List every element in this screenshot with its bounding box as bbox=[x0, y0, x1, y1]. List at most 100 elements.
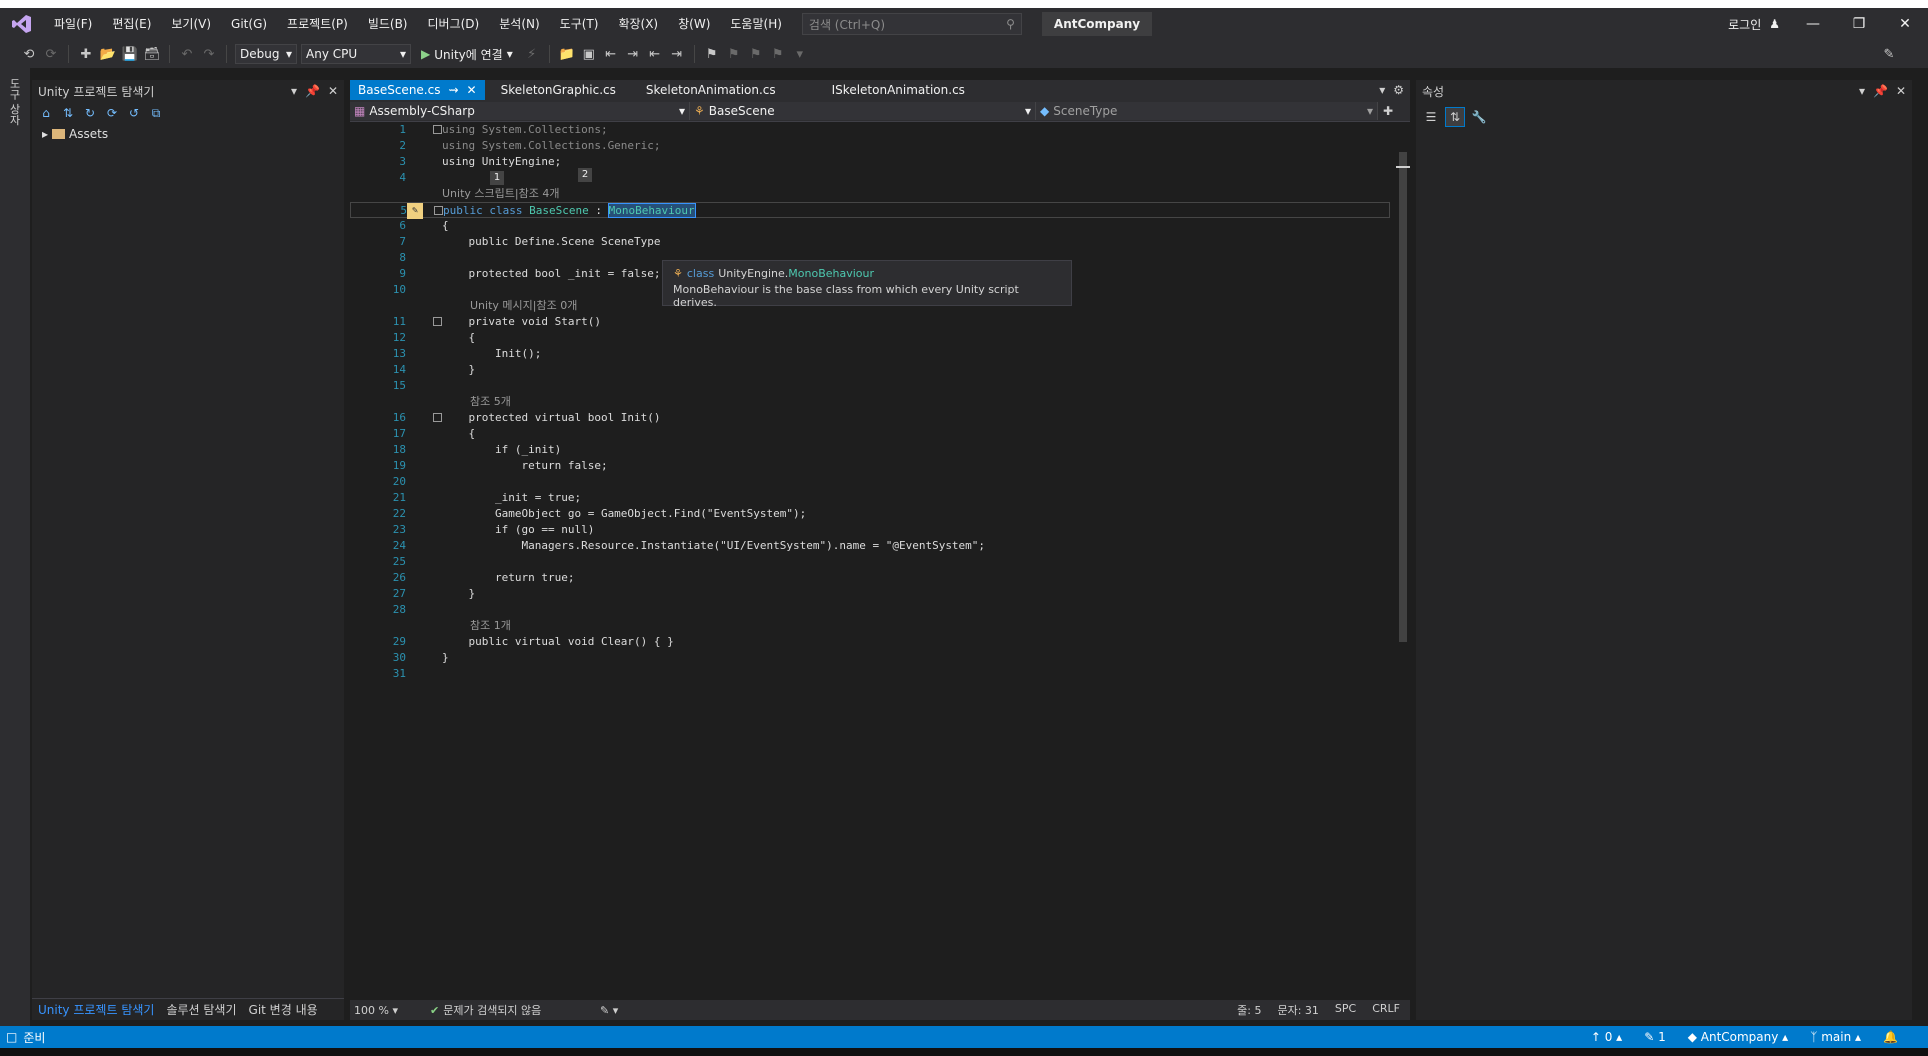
class-select[interactable]: ⚘ BaseScene ▾ bbox=[690, 101, 1036, 120]
close-window-button[interactable]: ✕ bbox=[1882, 8, 1928, 40]
tooltip-type-name[interactable]: MonoBehaviour bbox=[788, 267, 874, 280]
code-line[interactable]: 26 return true; bbox=[350, 570, 1390, 586]
close-icon[interactable]: ✕ bbox=[467, 80, 477, 100]
menu-build[interactable]: 빌드(B) bbox=[358, 12, 418, 36]
home-icon[interactable]: ⌂ bbox=[38, 105, 54, 121]
pin-icon[interactable]: 📌 bbox=[1873, 84, 1888, 98]
solution-platform-select[interactable]: Any CPU ▾ bbox=[301, 44, 411, 64]
code-line[interactable]: 12 { bbox=[350, 330, 1390, 346]
code-line[interactable]: 28 bbox=[350, 602, 1390, 618]
menu-help[interactable]: 도움말(H) bbox=[720, 12, 792, 36]
fold-toggle-icon[interactable] bbox=[434, 206, 443, 215]
navigate-back-icon[interactable]: ⟲ bbox=[20, 45, 38, 63]
menu-debug[interactable]: 디버그(D) bbox=[418, 12, 490, 36]
issues-indicator[interactable]: ✔ 문제가 검색되지 않음 bbox=[430, 1002, 590, 1018]
gear-icon[interactable]: ⚙ bbox=[1393, 83, 1404, 97]
quick-action-lightbulb-icon[interactable]: ✎ bbox=[407, 203, 423, 219]
chevron-down-icon[interactable]: ▾ bbox=[291, 84, 297, 98]
menu-file[interactable]: 파일(F) bbox=[44, 12, 102, 36]
tree-item-assets[interactable]: ▸ Assets bbox=[32, 124, 344, 144]
code-line[interactable]: 14 } bbox=[350, 362, 1390, 378]
code-line[interactable]: 27 } bbox=[350, 586, 1390, 602]
bookmark-icon[interactable]: ⚑ bbox=[703, 45, 721, 63]
menu-tools[interactable]: 도구(T) bbox=[550, 12, 609, 36]
redo-icon[interactable]: ↷ bbox=[200, 45, 218, 63]
whitespace-indicator[interactable]: SPC bbox=[1335, 1002, 1356, 1018]
refresh-all-icon[interactable]: ⟳ bbox=[104, 105, 120, 121]
save-all-icon[interactable]: 🗃 bbox=[143, 45, 161, 63]
fold-toggle-icon[interactable] bbox=[433, 317, 442, 326]
code-line[interactable]: 30} bbox=[350, 650, 1390, 666]
chevron-down-icon[interactable]: ▾ bbox=[1859, 84, 1865, 98]
code-line[interactable]: 17 { bbox=[350, 426, 1390, 442]
codelens-hint[interactable]: Unity 스크립트|참조 4개 bbox=[350, 186, 1390, 202]
prev-bookmark-icon[interactable]: ⚑ bbox=[725, 45, 743, 63]
git-repo-indicator[interactable]: ◆ AntCompany ▴ bbox=[1688, 1030, 1789, 1044]
editor-vertical-scrollbar[interactable] bbox=[1396, 122, 1410, 994]
restore-button[interactable]: ❐ bbox=[1836, 8, 1882, 40]
menu-view[interactable]: 보기(V) bbox=[161, 12, 221, 36]
tab-basescene[interactable]: BaseScene.cs ⇝ ✕ bbox=[350, 80, 485, 100]
folder-browse-icon[interactable]: 📁 bbox=[558, 45, 576, 63]
collapse-all-icon[interactable]: ⧉ bbox=[148, 105, 164, 121]
code-line[interactable]: 16 protected virtual bool Init() bbox=[350, 410, 1390, 426]
code-line-current[interactable]: 5 ✎ public class BaseScene : MonoBehaviour bbox=[350, 202, 1390, 219]
live-share-icon[interactable]: ✎ bbox=[1880, 45, 1898, 63]
menu-extensions[interactable]: 확장(X) bbox=[608, 12, 668, 36]
git-edits-indicator[interactable]: ✎ 1 bbox=[1644, 1030, 1666, 1044]
line-indicator[interactable]: 줄: 5 bbox=[1237, 1002, 1261, 1018]
code-line[interactable]: 13 Init(); bbox=[350, 346, 1390, 362]
indent-icon[interactable]: ⇥ bbox=[668, 45, 686, 63]
pin-icon[interactable]: ⇝ bbox=[448, 80, 458, 100]
fold-toggle-icon[interactable] bbox=[433, 125, 442, 134]
project-select[interactable]: ▦ Assembly-CSharp ▾ bbox=[350, 101, 690, 120]
member-select[interactable]: ◆ SceneType ▾ bbox=[1036, 101, 1378, 120]
split-window-icon[interactable]: ✚ bbox=[1378, 104, 1398, 118]
code-line[interactable]: 7 public Define.Scene SceneType bbox=[350, 234, 1390, 250]
categorized-icon[interactable]: ☰ bbox=[1422, 108, 1440, 126]
code-line[interactable]: 1 using System.Collections; bbox=[350, 122, 1390, 138]
align-left-icon[interactable]: ⇤ bbox=[602, 45, 620, 63]
code-line[interactable]: 25 bbox=[350, 554, 1390, 570]
attach-unity-button[interactable]: ▶ Unity에 연결 ▾ bbox=[415, 46, 519, 63]
code-line[interactable]: 4 1 2 bbox=[350, 168, 1390, 186]
menu-edit[interactable]: 편집(E) bbox=[102, 12, 161, 36]
codelens-text[interactable]: Unity 스크립트|참조 4개 bbox=[442, 186, 559, 202]
codelens-text[interactable]: 참조 5개 bbox=[470, 394, 511, 410]
minimize-button[interactable]: — bbox=[1790, 8, 1836, 40]
property-pages-icon[interactable]: 🔧 bbox=[1470, 108, 1488, 126]
code-line[interactable]: 20 bbox=[350, 474, 1390, 490]
codelens-hint[interactable]: 참조 1개 bbox=[350, 618, 1390, 634]
hot-reload-icon[interactable]: ⚡ bbox=[523, 45, 541, 63]
zoom-select[interactable]: 100 % ▾ bbox=[350, 1004, 410, 1017]
outdent-icon[interactable]: ⇤ bbox=[646, 45, 664, 63]
tab-skeletongraphic[interactable]: SkeletonGraphic.cs bbox=[493, 80, 624, 100]
notification-bell-icon[interactable]: 🔔 bbox=[1883, 1030, 1898, 1044]
code-line[interactable]: 2 using System.Collections.Generic; bbox=[350, 138, 1390, 154]
align-right-icon[interactable]: ⇥ bbox=[624, 45, 642, 63]
menu-git[interactable]: Git(G) bbox=[221, 12, 277, 36]
sync-icon[interactable]: ↻ bbox=[82, 105, 98, 121]
alphabetical-icon[interactable]: ⇅ bbox=[1445, 107, 1465, 127]
line-ending-indicator[interactable]: CRLF bbox=[1372, 1002, 1400, 1018]
codelens-text[interactable]: Unity 메시지|참조 0개 bbox=[470, 298, 577, 314]
column-indicator[interactable]: 문자: 31 bbox=[1277, 1002, 1318, 1018]
code-line[interactable]: 19 return false; bbox=[350, 458, 1390, 474]
code-line[interactable]: 21 _init = true; bbox=[350, 490, 1390, 506]
code-line[interactable]: 11 private void Start() bbox=[350, 314, 1390, 330]
code-line[interactable]: 29 public virtual void Clear() { } bbox=[350, 634, 1390, 650]
tab-git-changes[interactable]: Git 변경 내용 bbox=[243, 999, 324, 1021]
git-push-indicator[interactable]: ↑ 0 ▴ bbox=[1591, 1030, 1622, 1044]
save-icon[interactable]: 💾 bbox=[121, 45, 139, 63]
menu-project[interactable]: 프로젝트(P) bbox=[277, 12, 358, 36]
git-branch-indicator[interactable]: ᛉ main ▴ bbox=[1810, 1030, 1861, 1044]
menu-analyze[interactable]: 분석(N) bbox=[489, 12, 549, 36]
navigate-forward-icon[interactable]: ⟳ bbox=[42, 45, 60, 63]
search-box[interactable]: 검색 (Ctrl+Q) ⚲ bbox=[801, 13, 1022, 35]
menu-window[interactable]: 창(W) bbox=[668, 12, 720, 36]
code-line[interactable]: 24 Managers.Resource.Instantiate("UI/Eve… bbox=[350, 538, 1390, 554]
tab-unity-project-explorer[interactable]: Unity 프로젝트 탐색기 bbox=[32, 999, 160, 1021]
toolbar-overflow-icon[interactable]: ▾ bbox=[791, 45, 809, 63]
login-button[interactable]: 로그인 ♟ bbox=[1718, 16, 1790, 33]
refresh-icon[interactable]: ↺ bbox=[126, 105, 142, 121]
